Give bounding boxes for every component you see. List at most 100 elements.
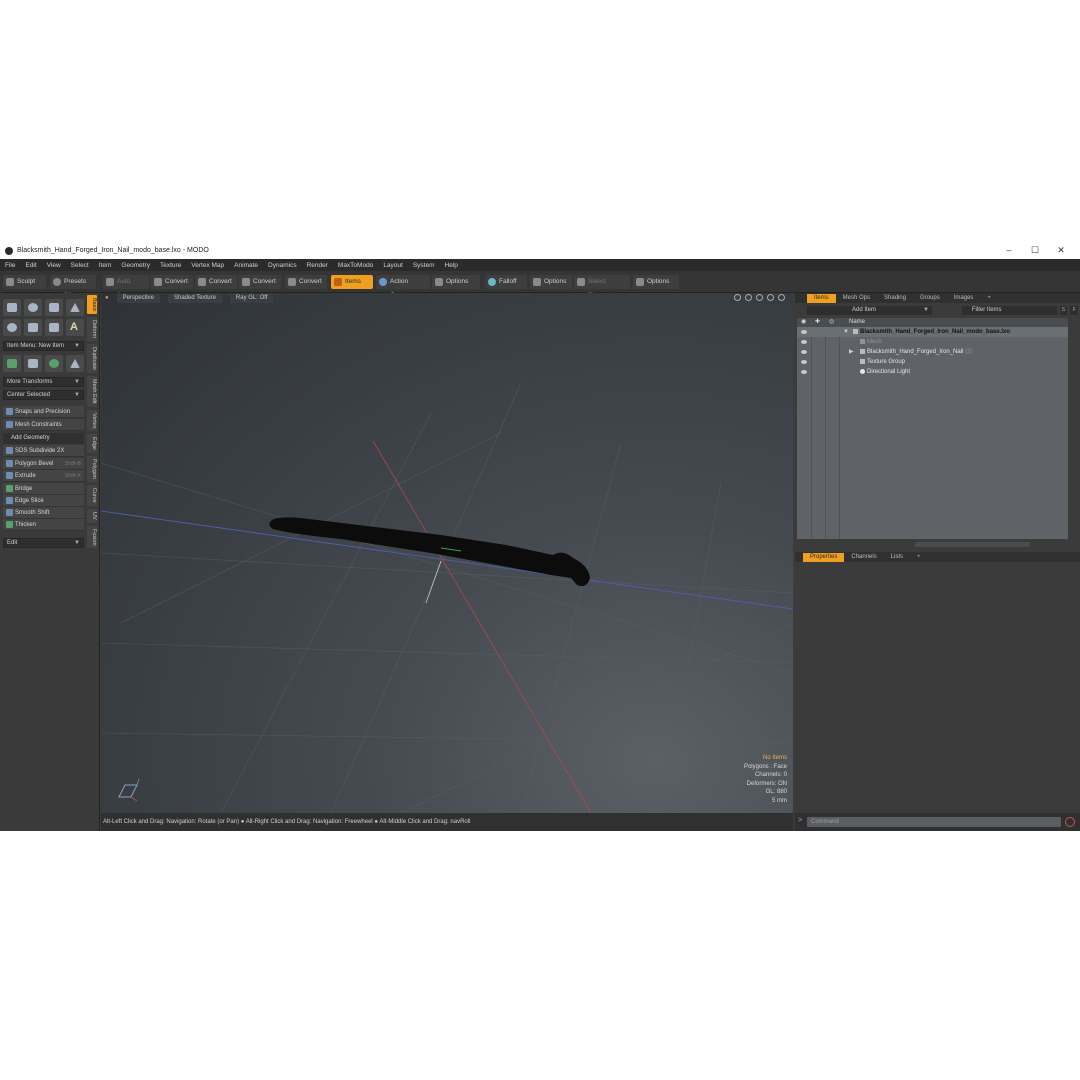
filter-f-button[interactable]: F xyxy=(1070,306,1078,315)
menu-system[interactable]: System xyxy=(408,262,440,269)
eye-icon[interactable] xyxy=(801,360,807,364)
pan-icon[interactable] xyxy=(734,294,741,301)
items-mode-button[interactable]: Items xyxy=(331,275,373,289)
extrude-button[interactable]: Extrude Shift-X xyxy=(3,470,84,482)
grid-icon[interactable] xyxy=(24,355,42,372)
horizontal-scrollbar[interactable] xyxy=(915,542,1030,547)
tab-curve[interactable]: Curve xyxy=(87,485,97,506)
nail-mesh[interactable] xyxy=(269,517,590,587)
edge-slice-button[interactable]: Edge Slice xyxy=(3,495,84,507)
polygon-bevel-button[interactable]: Polygon Bevel Shift-B xyxy=(3,458,84,470)
sds-subdivide-button[interactable]: SDS Subdivide 2X xyxy=(3,445,84,457)
menu-geometry[interactable]: Geometry xyxy=(116,262,155,269)
maximize-button[interactable]: ☐ xyxy=(1022,242,1048,259)
bridge-button[interactable]: Bridge xyxy=(3,483,84,495)
tab-duplicate[interactable]: Duplicate xyxy=(87,344,97,374)
tab-properties[interactable]: Properties xyxy=(803,553,845,562)
ray-gl-button[interactable]: Ray GL: Off xyxy=(229,293,274,303)
tab-shading[interactable]: Shading xyxy=(877,294,913,303)
tab-vertex[interactable]: Vertex xyxy=(87,409,97,432)
cone-icon[interactable] xyxy=(66,299,84,316)
shaded-texture-button[interactable]: Shaded Texture xyxy=(167,293,222,303)
command-history-icon[interactable] xyxy=(1065,817,1075,827)
tab-basic[interactable]: Basic xyxy=(87,295,97,315)
sphere-icon[interactable] xyxy=(24,299,42,316)
edit-dropdown[interactable]: Edit ▼ xyxy=(3,538,84,548)
command-input[interactable]: Command xyxy=(807,817,1061,827)
tree-row-mesh[interactable]: Mesh xyxy=(797,337,1068,347)
tree-row-light[interactable]: Directional Light xyxy=(797,367,1068,377)
menu-select[interactable]: Select xyxy=(66,262,94,269)
tree-row-nail[interactable]: ▶ Blacksmith_Hand_Forged_Iron_Nail (2) xyxy=(797,347,1068,357)
wedge-icon[interactable] xyxy=(45,319,63,336)
mesh-constraints-button[interactable]: Mesh Constraints xyxy=(3,419,84,431)
zoom-icon[interactable] xyxy=(756,294,763,301)
add-tab-button[interactable]: + xyxy=(910,553,928,562)
minimize-button[interactable]: – xyxy=(996,242,1022,259)
tab-deform[interactable]: Deform xyxy=(87,317,97,342)
tab-images[interactable]: Images xyxy=(947,294,981,303)
tree-row-texture-group[interactable]: Texture Group xyxy=(797,357,1068,367)
sculpt-button[interactable]: Sculpt xyxy=(3,275,46,289)
action-center-button[interactable]: Action Center xyxy=(376,275,430,299)
perspective-view-button[interactable]: Perspective xyxy=(116,293,160,303)
tab-groups[interactable]: Groups xyxy=(913,294,947,303)
tree-row-scene[interactable]: ▼ Blacksmith_Hand_Forged_Iron_Nail_modo_… xyxy=(797,327,1068,337)
tab-mesh-edit[interactable]: Mesh Edit xyxy=(87,376,97,407)
auto-select-button[interactable]: Auto Select xyxy=(103,275,149,299)
menu-texture[interactable]: Texture xyxy=(155,262,186,269)
menu-file[interactable]: File xyxy=(0,262,20,269)
pyramid-icon[interactable] xyxy=(66,355,84,372)
options-button-2[interactable]: Options xyxy=(530,275,572,289)
smooth-shift-button[interactable]: Smooth Shift xyxy=(3,507,84,519)
globe-icon[interactable] xyxy=(45,355,63,372)
menu-maxtomodo[interactable]: MaxToModo xyxy=(333,262,378,269)
tab-fusion[interactable]: Fusion xyxy=(87,525,97,549)
transform-icon[interactable] xyxy=(3,355,21,372)
menu-layout[interactable]: Layout xyxy=(378,262,408,269)
presets-button[interactable]: Presets F6 xyxy=(50,275,96,299)
menu-edit[interactable]: Edit xyxy=(20,262,41,269)
menu-render[interactable]: Render xyxy=(302,262,333,269)
tab-edge[interactable]: Edge xyxy=(87,434,97,454)
eye-icon[interactable] xyxy=(801,350,807,354)
menu-view[interactable]: View xyxy=(42,262,66,269)
item-menu-dropdown[interactable]: Item Menu: New Item ▼ xyxy=(3,341,84,351)
cube-icon[interactable] xyxy=(3,299,21,316)
collapse-arrow-icon[interactable]: ▼ xyxy=(843,327,849,337)
close-button[interactable]: ✕ xyxy=(1048,242,1074,259)
viewport-settings-icon[interactable] xyxy=(778,294,785,301)
tab-channels[interactable]: Channels xyxy=(844,553,883,562)
eye-icon[interactable] xyxy=(801,370,807,374)
convert-button-1[interactable]: Convert xyxy=(151,275,193,289)
tab-mesh-ops[interactable]: Mesh Ops xyxy=(836,294,877,303)
capsule-icon[interactable] xyxy=(24,319,42,336)
viewport-menu-icon[interactable]: ● xyxy=(105,295,109,301)
eye-icon[interactable] xyxy=(801,330,807,334)
torus-icon[interactable] xyxy=(3,319,21,336)
menu-help[interactable]: Help xyxy=(440,262,463,269)
center-selected-dropdown[interactable]: Center Selected ▼ xyxy=(3,390,84,400)
convert-button-2[interactable]: Convert xyxy=(195,275,237,289)
expand-arrow-icon[interactable]: ▶ xyxy=(849,347,854,357)
tab-items[interactable]: Items xyxy=(807,294,836,303)
3d-viewport[interactable]: ● Perspective Shaded Texture Ray GL: Off… xyxy=(101,293,793,813)
falloff-button[interactable]: Falloff xyxy=(485,275,527,289)
menu-animate[interactable]: Animate xyxy=(229,262,263,269)
tab-polygon[interactable]: Polygon xyxy=(87,456,97,483)
menu-dynamics[interactable]: Dynamics xyxy=(263,262,302,269)
rotate-icon[interactable] xyxy=(745,294,752,301)
convert-button-4[interactable]: Convert xyxy=(285,275,327,289)
tab-lists[interactable]: Lists xyxy=(884,553,910,562)
eye-icon[interactable] xyxy=(801,340,807,344)
menu-vertex-map[interactable]: Vertex Map xyxy=(186,262,229,269)
more-transforms-dropdown[interactable]: More Transforms ▼ xyxy=(3,377,84,387)
select-through-button[interactable]: Select Through xyxy=(574,275,630,299)
menu-item[interactable]: Item xyxy=(94,262,117,269)
filter-items-input[interactable]: Filter Items xyxy=(961,306,1057,315)
tab-uv[interactable]: UV xyxy=(87,508,97,523)
cylinder-icon[interactable] xyxy=(45,299,63,316)
add-geometry-header[interactable]: Add Geometry xyxy=(3,433,84,444)
fit-icon[interactable] xyxy=(767,294,774,301)
add-tab-button[interactable]: + xyxy=(980,294,998,303)
